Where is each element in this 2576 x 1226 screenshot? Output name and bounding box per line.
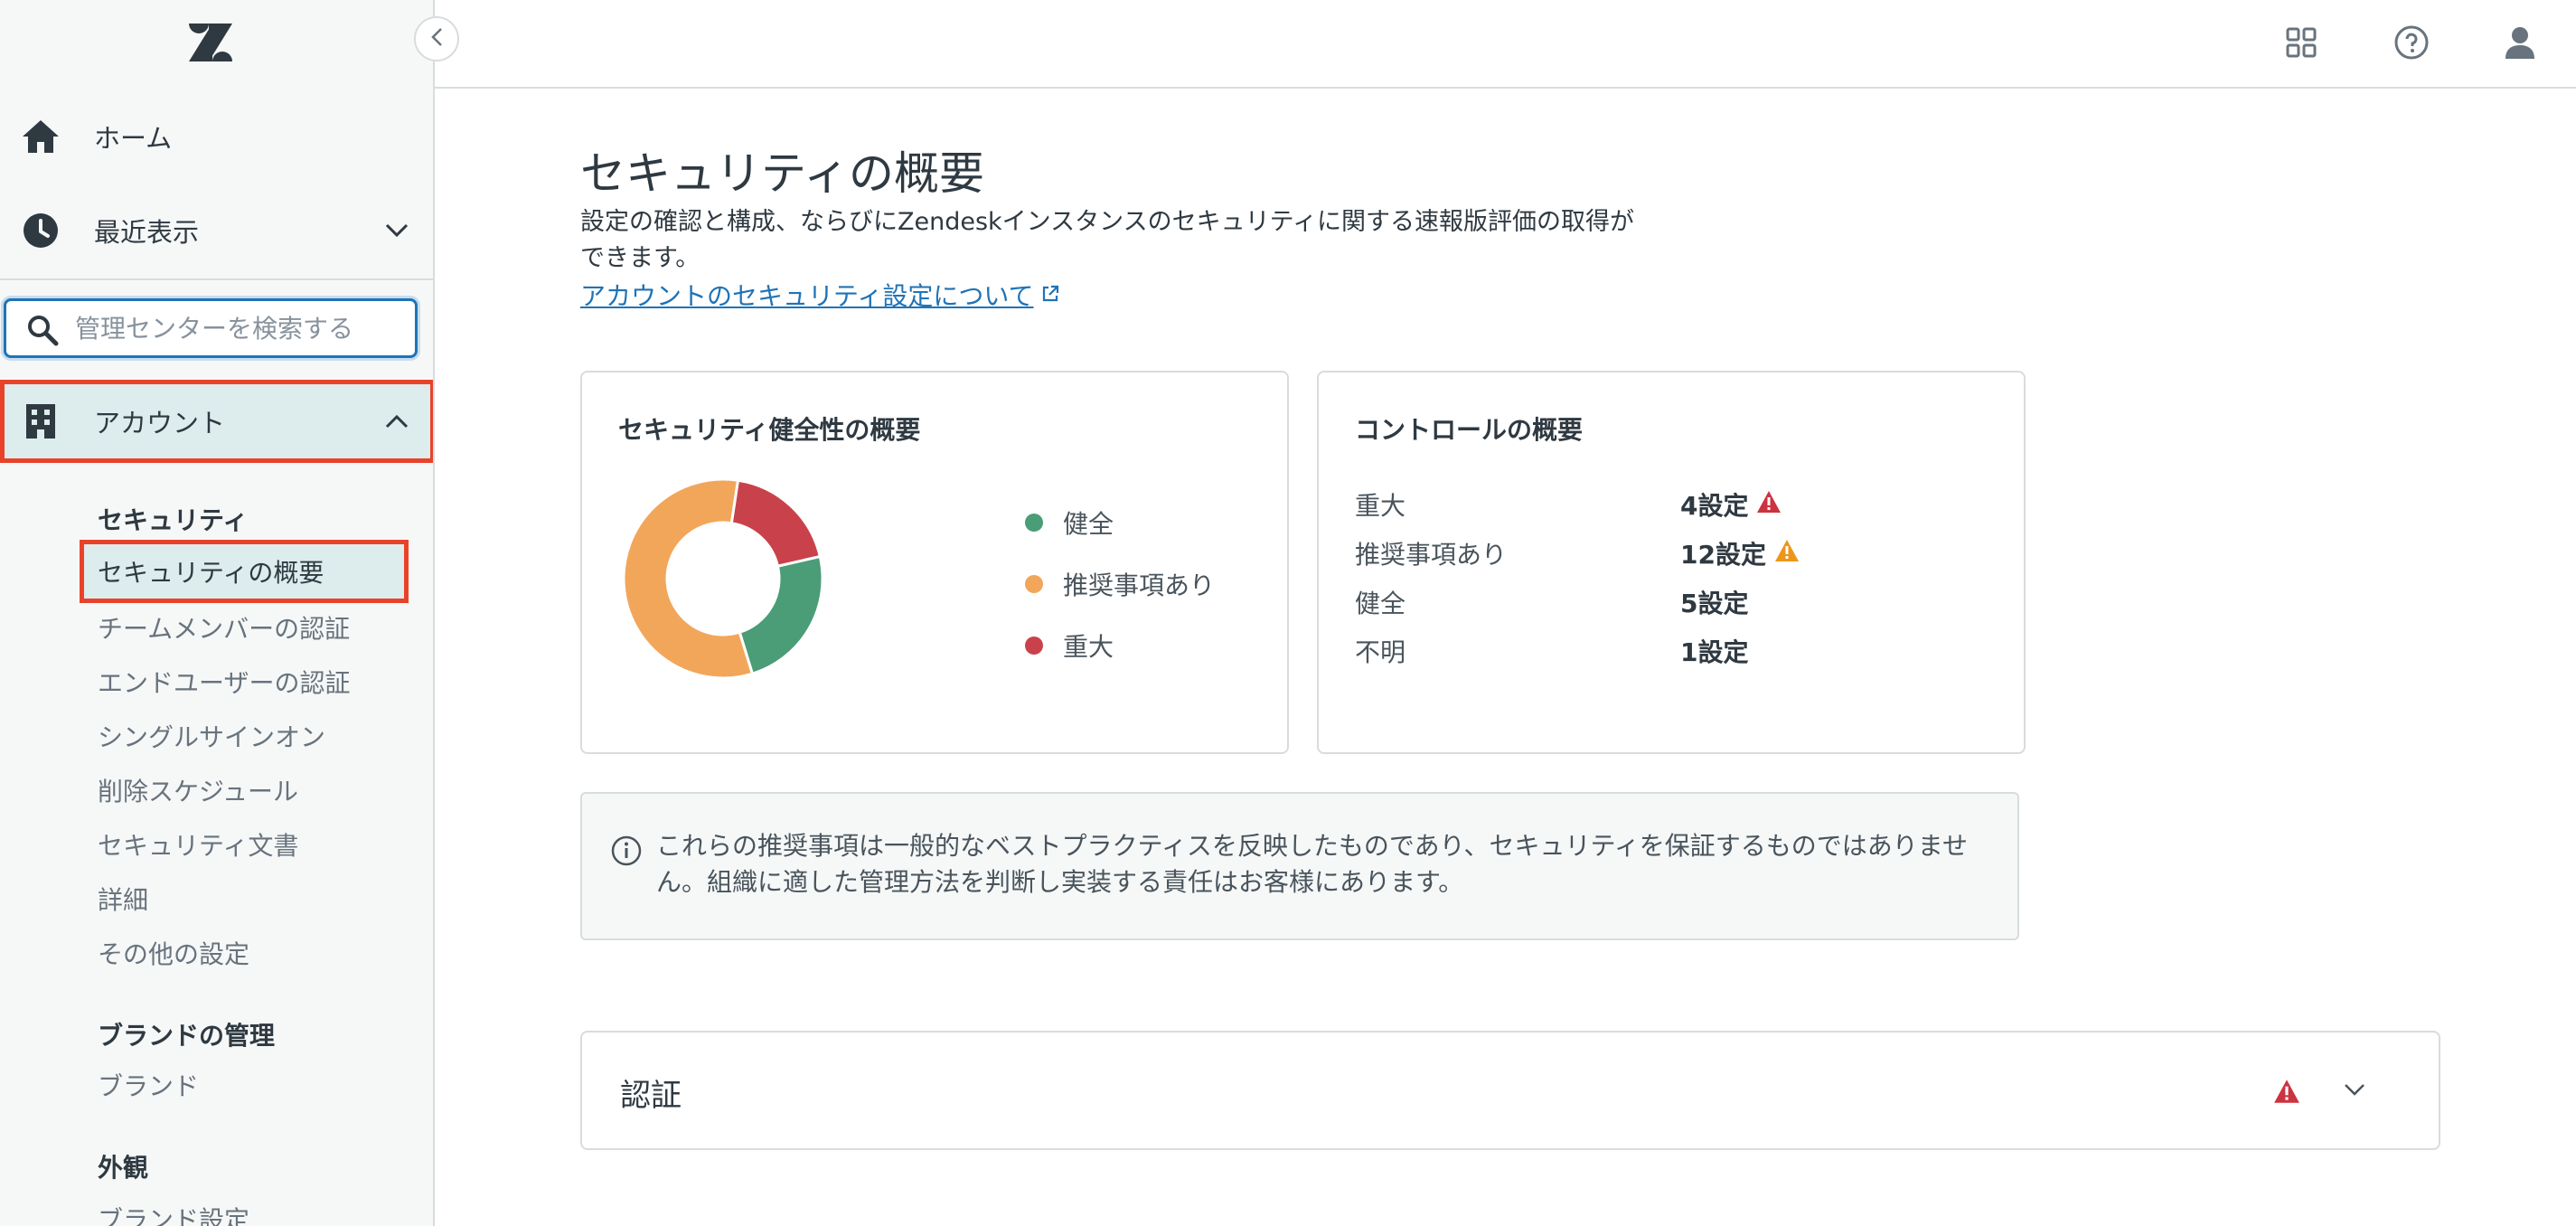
accordion-title: 認証 xyxy=(620,1078,682,1114)
control-value-text: 1設定 xyxy=(1680,637,1749,667)
sidebar-item-deletion-schedules[interactable]: 削除スケジュール xyxy=(98,772,298,808)
card-title: セキュリティ健全性の概要 xyxy=(618,415,921,445)
help-icon[interactable] xyxy=(2389,20,2434,65)
sidebar-item-other-settings[interactable]: その他の設定 xyxy=(98,935,249,971)
chevron-down-icon[interactable] xyxy=(2343,1078,2366,1105)
control-label-unknown: 不明 xyxy=(1355,637,1406,667)
sidebar-item-account[interactable]: アカウント xyxy=(0,380,433,463)
health-donut-chart xyxy=(622,477,824,680)
home-icon xyxy=(20,116,61,157)
collapse-sidebar-button[interactable] xyxy=(414,16,459,61)
control-label-healthy: 健全 xyxy=(1355,589,1406,618)
control-label-recommendations: 推奨事項あり xyxy=(1355,540,1508,570)
main-content: セキュリティの概要 設定の確認と構成、ならびにZendeskインスタンスのセキュ… xyxy=(435,89,2576,1226)
donut-slice-健全 xyxy=(738,554,824,676)
security-heading: セキュリティ xyxy=(98,505,249,535)
top-bar xyxy=(435,0,2576,89)
link-label: アカウントのセキュリティ設定について xyxy=(580,281,1034,311)
authentication-accordion[interactable]: 認証 xyxy=(580,1031,2440,1150)
legend-dot-orange-icon xyxy=(1025,575,1043,593)
sidebar: ホーム 最近表示 アカウント セキュリティ セキュリティの概要 チームメンバーの… xyxy=(0,0,435,1226)
page-title: セキュリティの概要 xyxy=(580,147,984,200)
security-settings-link[interactable]: アカウントのセキュリティ設定について xyxy=(580,277,1060,313)
control-value-healthy: 5設定 xyxy=(1680,584,1748,620)
info-icon xyxy=(611,835,644,868)
legend-dot-green-icon xyxy=(1025,514,1043,532)
sidebar-item-branding[interactable]: ブランド設定 xyxy=(98,1201,249,1226)
control-value-recommendations: 12設定 xyxy=(1680,535,1800,571)
legend-item-healthy: 健全 xyxy=(1025,505,1114,541)
alert-red-icon xyxy=(2272,1078,2301,1108)
security-health-card: セキュリティ健全性の概要 健全 推奨事項あり 重大 xyxy=(580,371,1289,754)
chevron-down-icon xyxy=(383,217,410,244)
sidebar-item-home[interactable]: ホーム xyxy=(0,96,433,177)
sidebar-item-security-documents[interactable]: セキュリティ文書 xyxy=(98,826,298,863)
sidebar-item-label: 最近表示 xyxy=(94,217,200,248)
search-input[interactable] xyxy=(75,308,409,348)
chevron-left-icon xyxy=(430,27,443,51)
user-icon[interactable] xyxy=(2497,20,2543,65)
legend-item-recommendations: 推奨事項あり xyxy=(1025,566,1215,602)
sidebar-item-security-overview[interactable]: セキュリティの概要 xyxy=(80,540,409,603)
control-value-text: 12設定 xyxy=(1680,540,1766,570)
card-title: コントロールの概要 xyxy=(1355,415,1584,445)
sidebar-item-label: ホーム xyxy=(94,123,173,154)
donut-slice-推奨事項あり xyxy=(622,477,755,680)
donut-slice-重大 xyxy=(729,478,823,569)
clock-icon xyxy=(20,210,61,251)
sidebar-item-label: アカウント xyxy=(94,408,226,439)
external-link-icon xyxy=(1040,280,1060,310)
legend-dot-red-icon xyxy=(1025,637,1043,655)
control-value-unknown: 1設定 xyxy=(1680,633,1748,669)
building-icon xyxy=(20,401,61,442)
sidebar-item-recent[interactable]: 最近表示 xyxy=(0,190,433,271)
search-icon xyxy=(26,314,59,346)
zendesk-logo-icon[interactable] xyxy=(185,22,236,63)
sidebar-item-single-sign-on[interactable]: シングルサインオン xyxy=(98,718,325,754)
control-value-critical: 4設定 xyxy=(1680,486,1782,523)
control-label-critical: 重大 xyxy=(1355,491,1406,521)
brand-management-heading: ブランドの管理 xyxy=(98,1021,276,1051)
sidebar-divider xyxy=(0,278,433,280)
alert-orange-icon xyxy=(1773,538,1800,570)
sidebar-item-end-user-auth[interactable]: エンドユーザーの認証 xyxy=(98,664,350,700)
legend-item-critical: 重大 xyxy=(1025,627,1114,664)
control-summary-card: コントロールの概要 重大 4設定 推奨事項あり 12設定 健全 5設定 不明 1… xyxy=(1317,371,2026,754)
control-value-text: 5設定 xyxy=(1680,589,1749,618)
appearance-heading: 外観 xyxy=(98,1153,149,1183)
legend-label: 健全 xyxy=(1063,509,1114,539)
notice-text: これらの推奨事項は一般的なベストプラクティスを反映したものであり、セキュリティを… xyxy=(656,831,1968,897)
products-grid-icon[interactable] xyxy=(2279,20,2324,65)
page-description: 設定の確認と構成、ならびにZendeskインスタンスのセキュリティに関する速報版… xyxy=(580,208,1634,272)
chevron-up-icon xyxy=(383,408,410,435)
sidebar-item-brands[interactable]: ブランド xyxy=(98,1067,199,1103)
sidebar-item-advanced[interactable]: 詳細 xyxy=(98,881,148,917)
legend-label: 推奨事項あり xyxy=(1063,571,1216,600)
control-value-text: 4設定 xyxy=(1680,491,1749,521)
alert-red-icon xyxy=(1755,489,1782,521)
legend-label: 重大 xyxy=(1063,632,1114,662)
recommendation-notice: これらの推奨事項は一般的なベストプラクティスを反映したものであり、セキュリティを… xyxy=(580,792,2019,940)
sidebar-item-team-member-auth[interactable]: チームメンバーの認証 xyxy=(98,609,350,646)
admin-search-field[interactable] xyxy=(4,298,418,358)
